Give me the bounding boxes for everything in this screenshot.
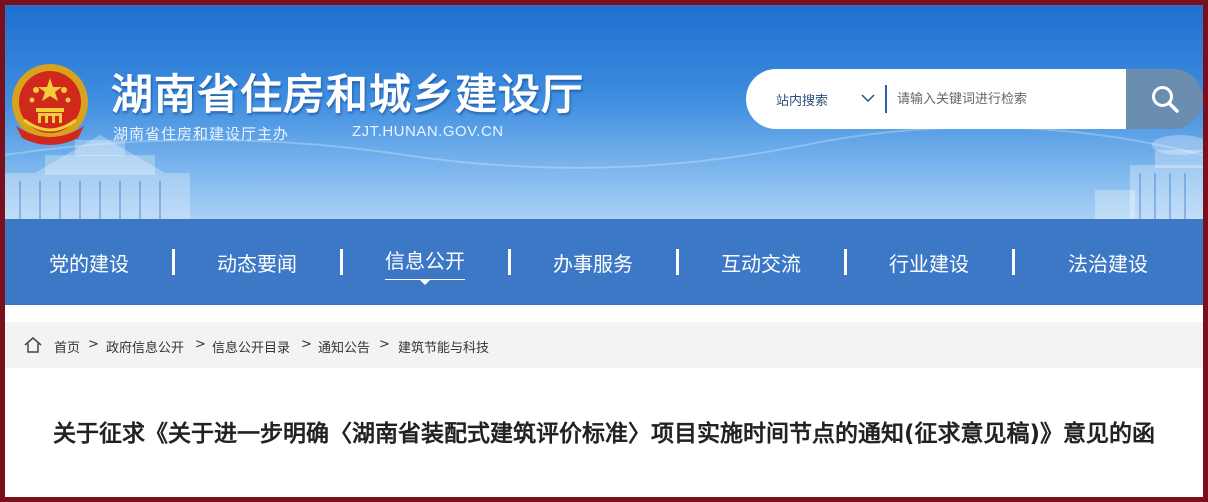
nav-label: 法治建设 [1068,251,1148,276]
nav-item-party-building[interactable]: 党的建设 [5,219,173,305]
nav-item-interaction[interactable]: 互动交流 [677,219,845,305]
article-title: 关于征求《关于进一步明确〈湖南省装配式建筑评价标准〉项目实施时间节点的通知(征求… [52,421,1156,447]
search-bar: 站内搜索 [746,69,1203,129]
main-nav: 党的建设 动态要闻 信息公开 办事服务 互动交流 行业建设 法治建设 [5,219,1203,305]
breadcrumb-item-building-energy[interactable]: 建筑节能与科技 [398,337,489,356]
breadcrumb-separator: > [88,337,99,352]
national-emblem-icon [12,64,88,145]
page-frame: 湖南省住房和城乡建设厅 湖南省住房和建设厅主办 ZJT.HUNAN.GOV.CN… [5,5,1203,497]
header-banner: 湖南省住房和城乡建设厅 湖南省住房和建设厅主办 ZJT.HUNAN.GOV.CN… [5,5,1203,219]
search-box: 站内搜索 [746,69,1128,129]
nav-label: 办事服务 [553,251,633,276]
nav-item-services[interactable]: 办事服务 [509,219,677,305]
site-subtitle: 湖南省住房和建设厅主办 [113,125,290,143]
site-domain: ZJT.HUNAN.GOV.CN [352,123,504,140]
nav-label: 党的建设 [49,251,129,276]
nav-label: 信息公开 [385,245,465,280]
site-title: 湖南省住房和城乡建设厅 [111,70,585,119]
search-icon [1151,86,1179,113]
breadcrumb-separator: > [301,337,312,352]
nav-item-info-disclosure[interactable]: 信息公开 [341,219,509,305]
breadcrumb-item-notices[interactable]: 通知公告 [318,337,370,356]
chevron-down-icon[interactable] [861,91,875,105]
breadcrumb: 首页 > 政府信息公开 > 信息公开目录 > 通知公告 > 建筑节能与科技 [5,322,1203,368]
nav-label: 动态要闻 [217,251,297,276]
search-scope-select[interactable]: 站内搜索 [776,90,828,109]
nav-item-rule-of-law[interactable]: 法治建设 [1013,219,1203,305]
breadcrumb-item-catalog[interactable]: 信息公开目录 [212,337,290,356]
search-input[interactable] [897,85,1117,113]
nav-label: 互动交流 [721,251,801,276]
breadcrumb-separator: > [195,337,206,352]
nav-item-industry[interactable]: 行业建设 [845,219,1013,305]
breadcrumb-separator: > [379,337,390,352]
search-button[interactable] [1126,69,1203,129]
breadcrumb-item-gov-info[interactable]: 政府信息公开 [106,337,184,356]
home-icon[interactable] [24,337,42,353]
nav-item-news[interactable]: 动态要闻 [173,219,341,305]
breadcrumb-item-home[interactable]: 首页 [54,337,80,356]
search-divider [885,85,887,113]
nav-label: 行业建设 [889,251,969,276]
